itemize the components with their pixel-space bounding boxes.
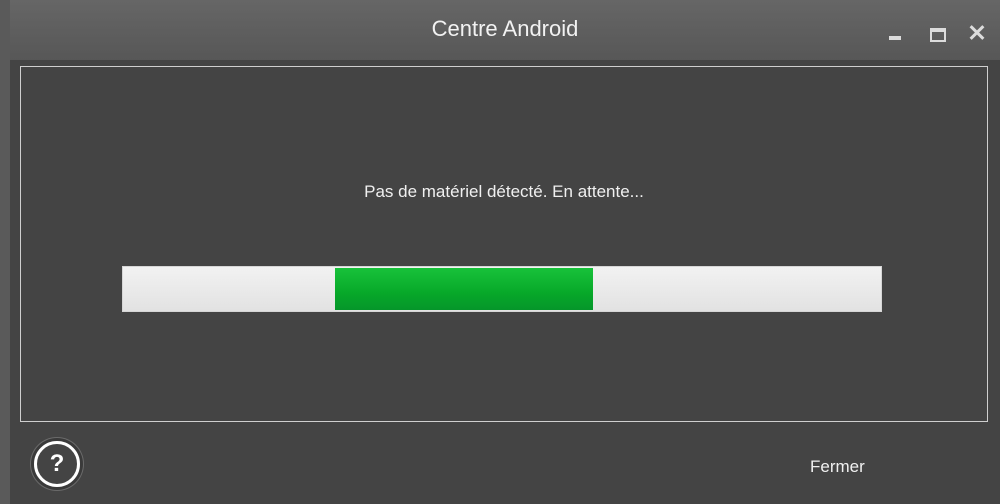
title-bar[interactable]: Centre Android — [10, 0, 1000, 60]
content-panel: Pas de matériel détecté. En attente... — [20, 66, 988, 422]
status-message: Pas de matériel détecté. En attente... — [364, 182, 644, 201]
maximize-icon — [930, 28, 946, 42]
android-center-window: Centre Android Pas de matériel détecté. … — [0, 0, 1000, 504]
minimize-button[interactable] — [885, 22, 907, 44]
progress-bar-fill — [335, 268, 593, 310]
close-button[interactable]: Fermer — [810, 457, 865, 477]
minimize-icon — [889, 36, 901, 40]
help-button[interactable]: ? — [34, 441, 80, 487]
window-title: Centre Android — [431, 16, 579, 41]
close-window-button[interactable] — [967, 22, 989, 44]
progress-bar — [122, 266, 882, 312]
maximize-button[interactable] — [927, 22, 949, 44]
